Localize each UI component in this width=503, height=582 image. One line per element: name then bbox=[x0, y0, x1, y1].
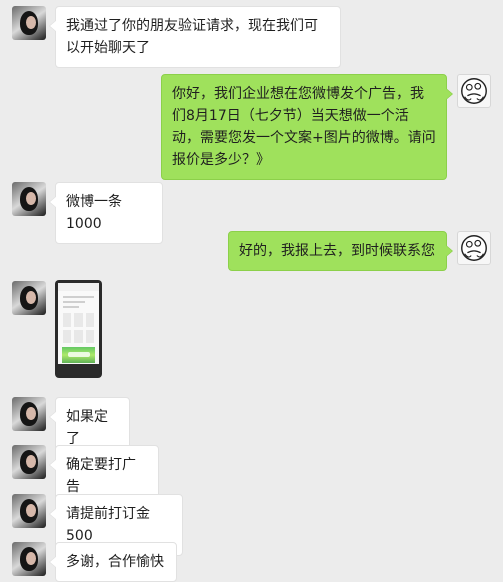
contact-avatar[interactable] bbox=[12, 281, 46, 315]
message-text: 好的，我报上去，到时候联系您 bbox=[239, 243, 435, 259]
message-bubble-incoming[interactable]: 多谢，合作愉快 bbox=[49, 542, 177, 582]
message-bubble-incoming[interactable]: 我通过了你的朋友验证请求，现在我们可以开始聊天了 bbox=[49, 6, 341, 68]
message-text: 确定要打广告 bbox=[66, 457, 136, 495]
message-text: 你好，我们企业想在您微博发个广告，我们8月17日（七夕节）当天想做一个活动，需要… bbox=[172, 86, 436, 168]
message-text: 请提前打订金500 bbox=[66, 506, 150, 544]
message-text: 我通过了你的朋友验证请求，现在我们可以开始聊天了 bbox=[66, 18, 318, 56]
contact-avatar[interactable] bbox=[12, 542, 46, 576]
contact-avatar[interactable] bbox=[12, 494, 46, 528]
message-text: 微博一条1000 bbox=[66, 194, 122, 232]
message-text: 如果定了 bbox=[66, 409, 108, 447]
contact-avatar[interactable] bbox=[12, 397, 46, 431]
message-bubble-incoming[interactable]: 微博一条1000 bbox=[49, 182, 163, 244]
contact-avatar[interactable] bbox=[12, 6, 46, 40]
message-bubble-outgoing[interactable]: 好的，我报上去，到时候联系您 bbox=[228, 231, 453, 271]
contact-avatar[interactable] bbox=[12, 182, 46, 216]
my-avatar[interactable] bbox=[457, 74, 491, 108]
image-message-thumbnail[interactable] bbox=[55, 280, 102, 378]
cartoon-face-icon bbox=[461, 78, 487, 104]
contact-avatar[interactable] bbox=[12, 445, 46, 479]
message-bubble-outgoing[interactable]: 你好，我们企业想在您微博发个广告，我们8月17日（七夕节）当天想做一个活动，需要… bbox=[161, 74, 453, 180]
chat-screen: 我通过了你的朋友验证请求，现在我们可以开始聊天了 你好，我们企业想在您微博发个广… bbox=[0, 0, 503, 582]
message-text: 多谢，合作愉快 bbox=[66, 554, 164, 570]
my-avatar[interactable] bbox=[457, 231, 491, 265]
cartoon-face-icon bbox=[461, 235, 487, 261]
phone-screenshot-image bbox=[58, 283, 99, 375]
